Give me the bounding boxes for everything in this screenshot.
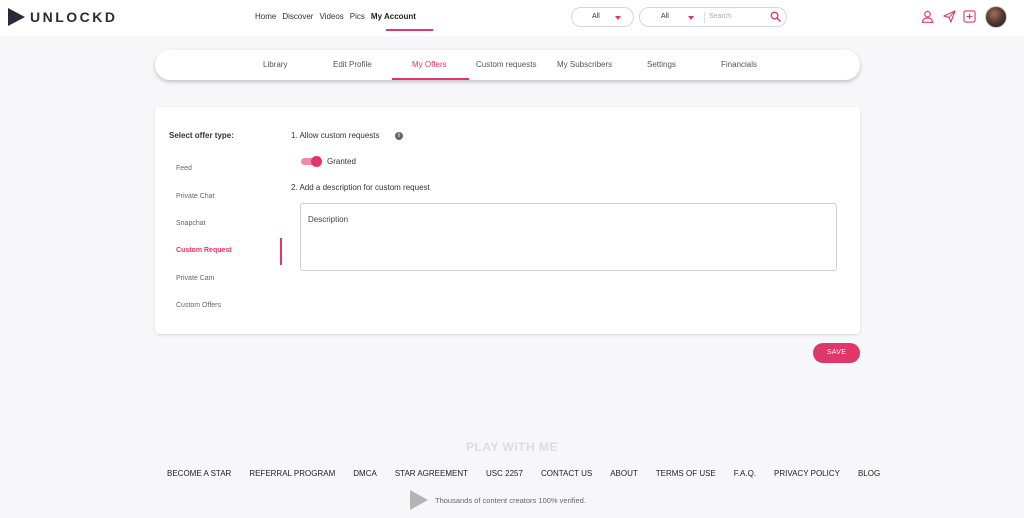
- nav-discover[interactable]: Discover: [282, 12, 313, 22]
- tab-edit-profile[interactable]: Edit Profile: [333, 60, 372, 70]
- avatar[interactable]: [985, 6, 1007, 28]
- footer-links: BECOME A STAR REFERRAL PROGRAM DMCA STAR…: [167, 469, 880, 479]
- tab-my-offers[interactable]: My Offers: [412, 60, 447, 70]
- offer-type-custom-offers[interactable]: Custom Offers: [176, 302, 221, 309]
- filter-select-1-value: All: [592, 13, 600, 20]
- nav-active-indicator: [386, 29, 433, 31]
- offer-type-snapchat[interactable]: Snapchat: [176, 220, 206, 227]
- tab-my-subscribers[interactable]: My Subscribers: [557, 60, 612, 70]
- nav-pics[interactable]: Pics: [350, 12, 365, 22]
- nav-my-account[interactable]: My Account: [371, 12, 416, 22]
- offer-type-active-indicator: [280, 238, 282, 265]
- filter-select-2-value[interactable]: All: [661, 13, 669, 20]
- footer-link-faq[interactable]: F.A.Q.: [734, 469, 756, 479]
- verified-banner: Thousands of content creators 100% verif…: [410, 490, 586, 510]
- tab-active-indicator: [392, 78, 469, 80]
- brand-name: UNLOCKD: [30, 9, 118, 25]
- offer-type-heading: Select offer type:: [169, 131, 234, 140]
- chevron-down-icon: [615, 16, 621, 20]
- allow-requests-toggle[interactable]: [301, 156, 322, 167]
- tab-settings[interactable]: Settings: [647, 60, 676, 70]
- offer-type-private-chat[interactable]: Private Chat: [176, 193, 215, 200]
- footer-link-blog[interactable]: BLOG: [858, 469, 880, 479]
- footer-link-referral-program[interactable]: REFERRAL PROGRAM: [249, 469, 335, 479]
- offer-type-private-cam[interactable]: Private Cam: [176, 275, 215, 282]
- footer-link-privacy-policy[interactable]: PRIVACY POLICY: [774, 469, 840, 479]
- search-bar: All Search: [639, 7, 787, 27]
- nav-videos[interactable]: Videos: [319, 12, 343, 22]
- search-divider: [704, 12, 705, 23]
- toggle-knob: [311, 156, 322, 167]
- send-icon[interactable]: [943, 10, 956, 23]
- toggle-status-label: Granted: [327, 157, 356, 166]
- filter-select-1[interactable]: All: [571, 7, 634, 27]
- footer-link-star-agreement[interactable]: STAR AGREEMENT: [395, 469, 468, 479]
- footer-tagline: PLAY WITH ME: [465, 440, 558, 454]
- description-textarea[interactable]: Description: [300, 203, 837, 271]
- brand-logo[interactable]: UNLOCKD: [8, 8, 118, 26]
- verified-text: Thousands of content creators 100% verif…: [435, 495, 586, 505]
- save-button[interactable]: SAVE: [813, 343, 860, 363]
- main-nav: Home Discover Videos Pics My Account: [255, 12, 422, 22]
- footer-link-contact-us[interactable]: CONTACT US: [541, 469, 592, 479]
- allow-requests-label: 1. Allow custom requests: [291, 131, 380, 140]
- tab-library[interactable]: Library: [263, 60, 287, 70]
- search-icon[interactable]: [770, 11, 781, 22]
- footer-link-dmca[interactable]: DMCA: [353, 469, 377, 479]
- footer-link-terms-of-use[interactable]: TERMS OF USE: [656, 469, 716, 479]
- offers-card: Select offer type: Feed Private Chat Sna…: [155, 107, 860, 334]
- footer-link-become-a-star[interactable]: BECOME A STAR: [167, 469, 231, 479]
- info-icon[interactable]: i: [395, 132, 403, 140]
- tab-financials[interactable]: Financials: [721, 60, 757, 70]
- description-label: 2. Add a description for custom request: [291, 183, 430, 192]
- tab-custom-requests[interactable]: Custom requests: [476, 60, 536, 70]
- add-square-icon[interactable]: [963, 10, 976, 23]
- footer-link-about[interactable]: ABOUT: [610, 469, 638, 479]
- play-icon: [410, 490, 428, 510]
- footer-link-usc-2257[interactable]: USC 2257: [486, 469, 523, 479]
- user-icon[interactable]: [921, 10, 934, 23]
- nav-home[interactable]: Home: [255, 12, 276, 22]
- search-input[interactable]: Search: [709, 13, 731, 20]
- chevron-down-icon[interactable]: [688, 16, 694, 20]
- offer-type-feed[interactable]: Feed: [176, 165, 192, 172]
- account-tabs: Library Edit Profile My Offers Custom re…: [155, 50, 860, 80]
- play-logo-icon: [8, 8, 25, 26]
- offer-type-custom-request[interactable]: Custom Request: [176, 247, 232, 254]
- top-header: UNLOCKD Home Discover Videos Pics My Acc…: [0, 0, 1024, 36]
